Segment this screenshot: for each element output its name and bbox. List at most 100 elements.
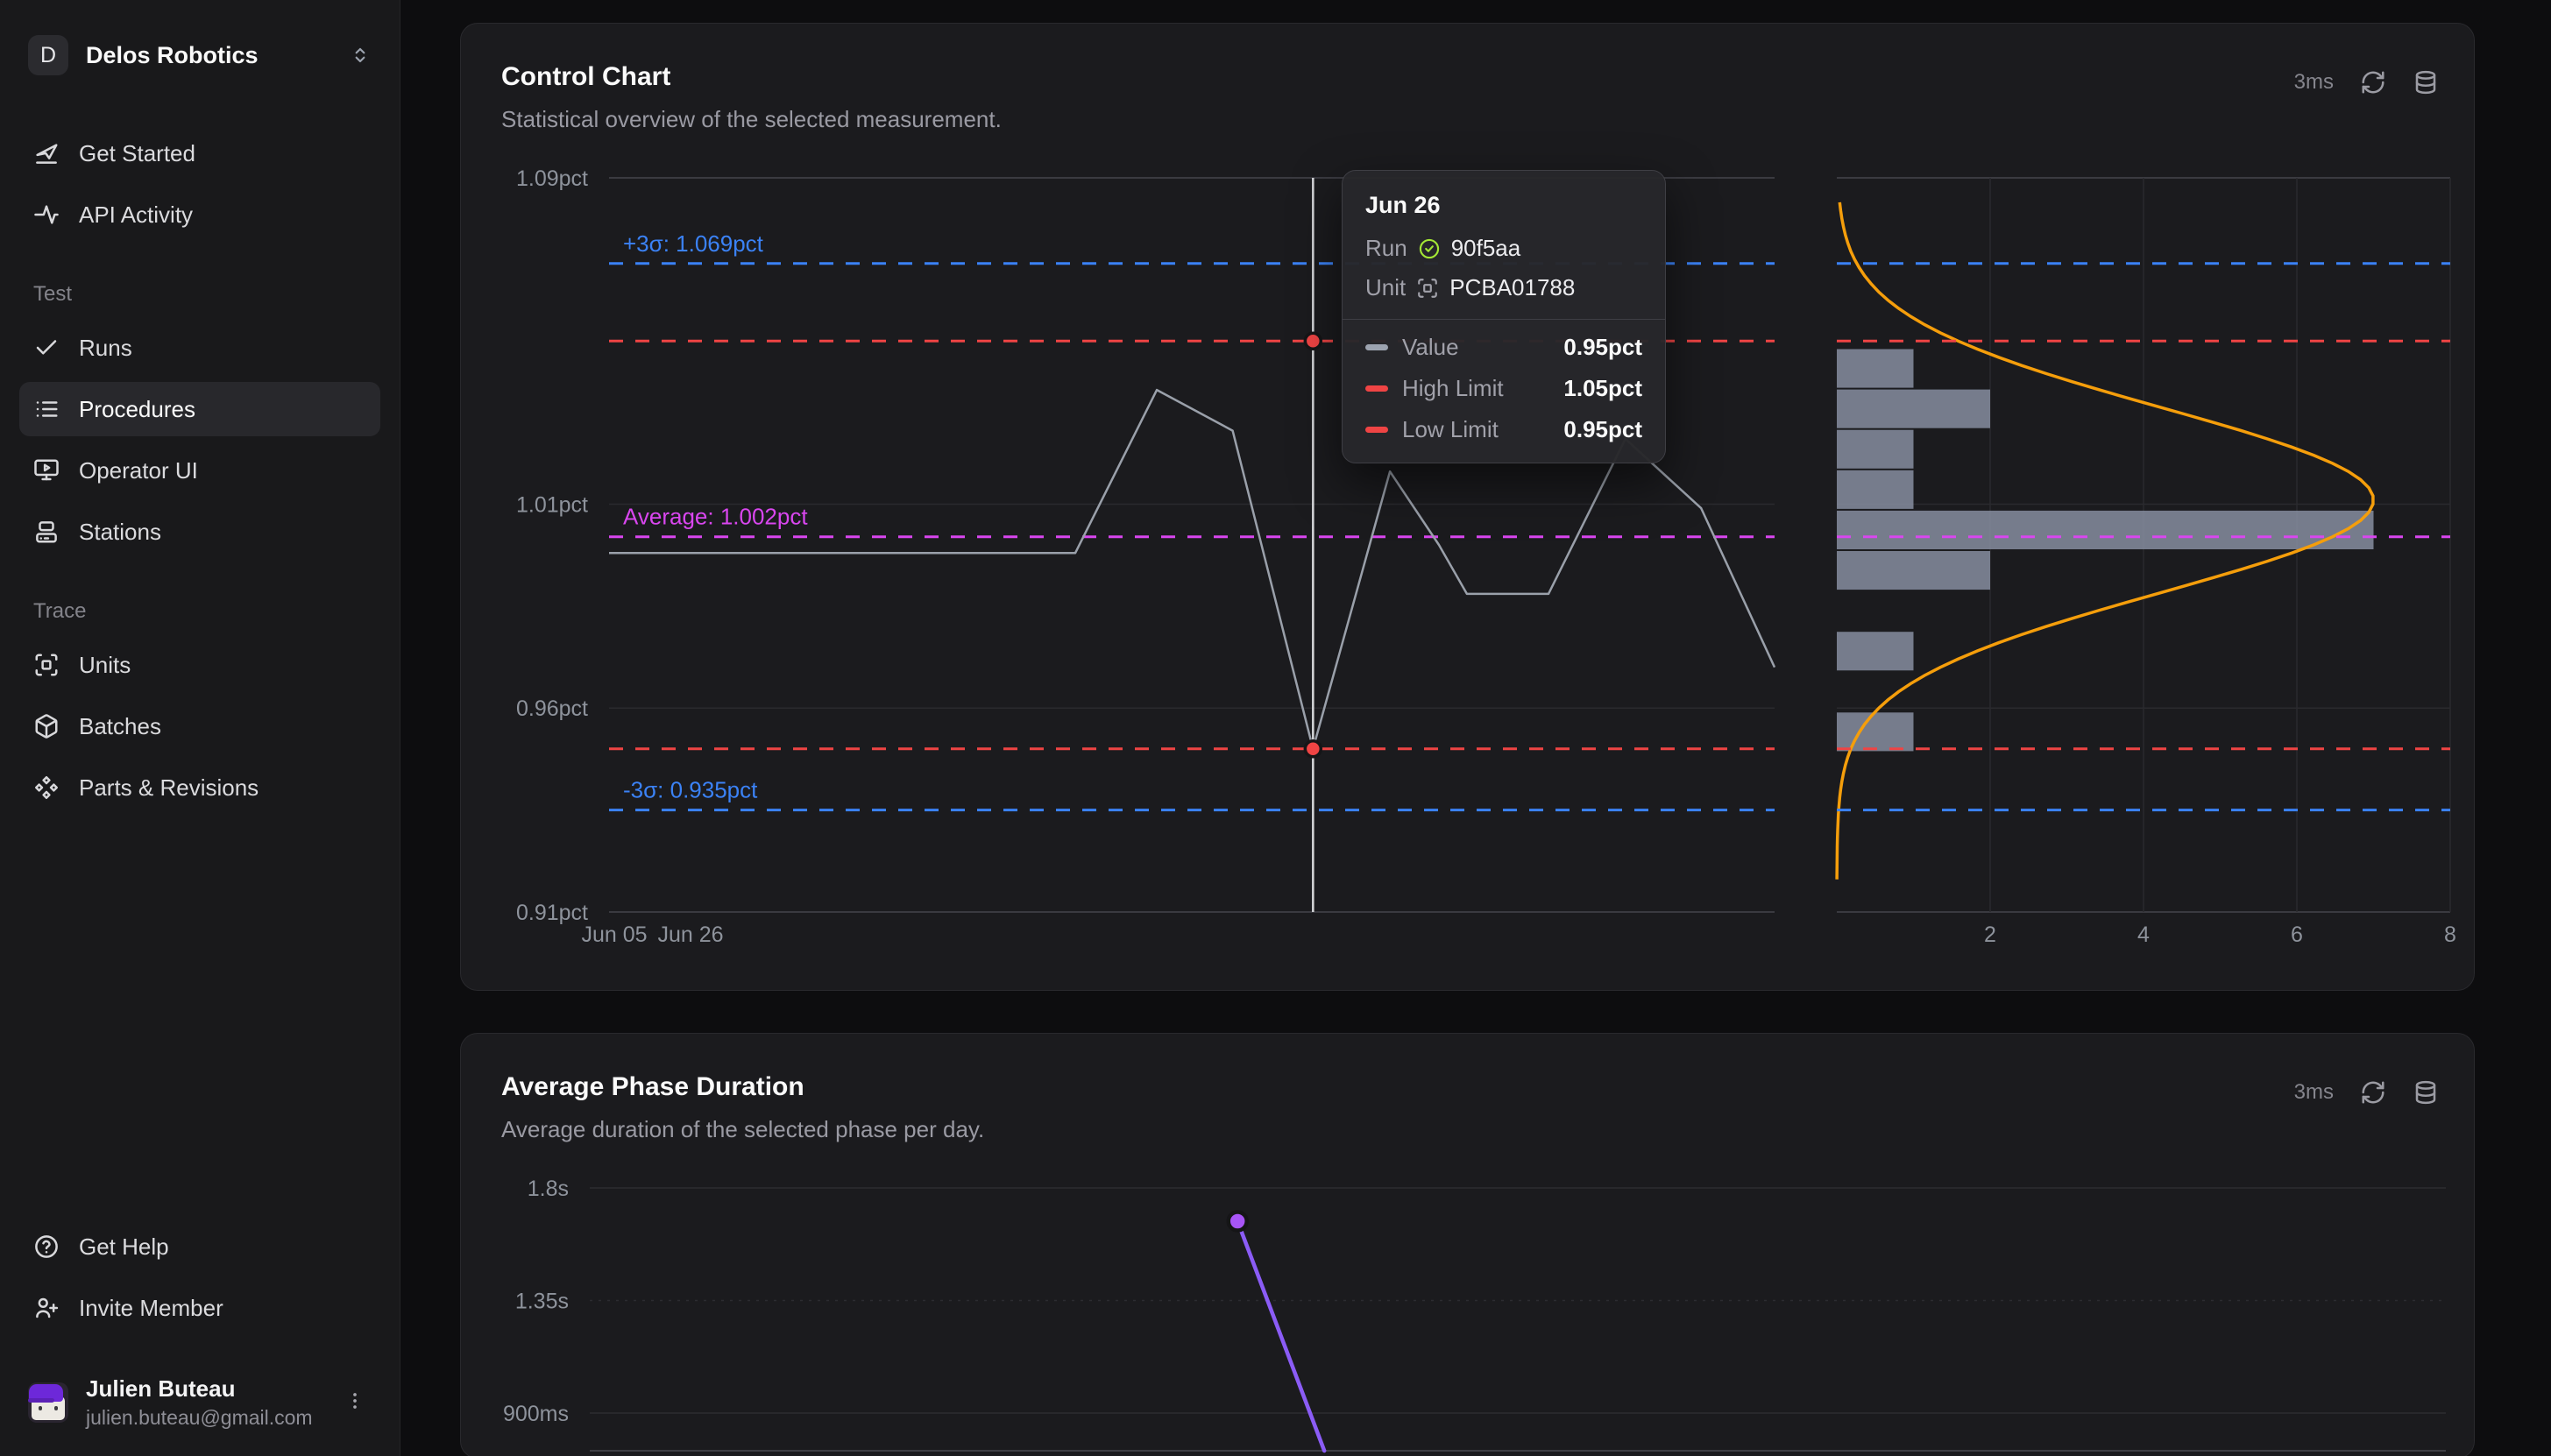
- chart-tooltip: Jun 26 Run 90f5aa Unit PCBA01788 Value 0…: [1342, 170, 1666, 463]
- x-tick-label: Jun 26: [657, 922, 723, 947]
- y-tick-label: 1.8s: [528, 1177, 569, 1201]
- sidebar-item-label: Get Started: [79, 140, 195, 167]
- sidebar-item-label: Parts & Revisions: [79, 774, 259, 802]
- data-point-marker: [1229, 1212, 1247, 1231]
- histogram-bar: [1837, 390, 1990, 428]
- cursor-marker: [1305, 333, 1321, 349]
- list-icon: [33, 396, 60, 422]
- ref-line-label: +3σ: 1.069pct: [623, 230, 764, 257]
- sidebar-item-get-help[interactable]: Get Help: [19, 1219, 380, 1274]
- profile-name: Julien Buteau: [86, 1375, 321, 1403]
- sidebar-item-label: Stations: [79, 519, 161, 546]
- sidebar-item-batches[interactable]: Batches: [19, 699, 380, 753]
- sidebar-item-runs[interactable]: Runs: [19, 321, 380, 375]
- database-icon: [2413, 1079, 2439, 1106]
- workspace-avatar: D: [28, 35, 68, 75]
- section-label-trace: Trace: [33, 599, 380, 624]
- refresh-button[interactable]: [2360, 1079, 2386, 1106]
- tooltip-unit-id: PCBA01788: [1449, 274, 1575, 301]
- circle-check-icon: [1418, 237, 1441, 260]
- phase-duration-card: Average Phase Duration Average duration …: [460, 1033, 2475, 1456]
- sidebar-item-label: Batches: [79, 713, 161, 740]
- tooltip-row-value: Value 0.95pct: [1365, 334, 1642, 361]
- x-tick-label: 6: [2291, 922, 2303, 947]
- monitor-play-icon: [33, 457, 60, 484]
- sidebar-item-label: Units: [79, 652, 131, 679]
- sidebar-item-label: API Activity: [79, 201, 193, 229]
- main-content: Control Chart Statistical overview of th…: [400, 0, 2551, 1456]
- workspace-name: Delos Robotics: [86, 42, 331, 69]
- avatar: [28, 1382, 68, 1423]
- scan-icon: [1416, 277, 1439, 300]
- x-tick-label: 2: [1984, 922, 1996, 947]
- sidebar-bottom: Get Help Invite Member Julien Buteau jul…: [19, 1219, 380, 1430]
- histogram-bar: [1837, 712, 1914, 751]
- sidebar-item-api-activity[interactable]: API Activity: [19, 187, 380, 242]
- histogram-bar: [1837, 511, 2374, 549]
- duration-series-line: [1237, 1221, 1324, 1451]
- card-subtitle: Average duration of the selected phase p…: [501, 1116, 984, 1143]
- y-tick-label: 1.35s: [515, 1290, 569, 1314]
- histogram-bar: [1837, 470, 1914, 509]
- sidebar-nav: Get Started API Activity Test Runs Proce…: [19, 126, 380, 815]
- query-latency: 3ms: [2294, 70, 2334, 95]
- histogram-bar: [1837, 350, 1914, 388]
- component-icon: [33, 774, 60, 801]
- tooltip-run-id: 90f5aa: [1451, 235, 1521, 262]
- database-icon: [2413, 69, 2439, 95]
- sidebar-item-label: Runs: [79, 335, 132, 362]
- y-tick-label: 1.09pct: [516, 166, 588, 191]
- control-chart-plot[interactable]: 1.09pct1.01pct0.96pct0.91pct2468Jun 05Ju…: [461, 24, 2474, 990]
- card-subtitle: Statistical overview of the selected mea…: [501, 106, 1002, 133]
- help-circle-icon: [33, 1233, 60, 1260]
- query-latency: 3ms: [2294, 1080, 2334, 1105]
- dots-vertical-icon: [344, 1389, 366, 1412]
- control-chart-card: Control Chart Statistical overview of th…: [460, 23, 2475, 991]
- y-tick-label: 900ms: [503, 1402, 569, 1426]
- data-source-button[interactable]: [2413, 1079, 2439, 1106]
- x-tick-label: Jun 05: [581, 922, 647, 947]
- tooltip-unit-label: Unit: [1365, 274, 1406, 301]
- section-label-test: Test: [33, 282, 380, 307]
- send-icon: [33, 140, 60, 166]
- sidebar-item-label: Procedures: [79, 396, 195, 423]
- series-swatch: [1365, 344, 1388, 350]
- check-icon: [33, 335, 60, 361]
- user-profile[interactable]: Julien Buteau julien.buteau@gmail.com: [19, 1368, 380, 1430]
- sidebar-item-parts-revisions[interactable]: Parts & Revisions: [19, 760, 380, 815]
- ref-line-label: -3σ: 0.935pct: [623, 777, 758, 803]
- sidebar-item-get-started[interactable]: Get Started: [19, 126, 380, 180]
- sidebar-item-label: Operator UI: [79, 457, 198, 484]
- series-swatch: [1365, 427, 1388, 433]
- sidebar-item-operator-ui[interactable]: Operator UI: [19, 443, 380, 498]
- sidebar-item-label: Get Help: [79, 1233, 169, 1261]
- histogram-bar: [1837, 551, 1990, 590]
- tooltip-run-label: Run: [1365, 235, 1407, 262]
- sidebar-item-procedures[interactable]: Procedures: [19, 382, 380, 436]
- package-icon: [33, 713, 60, 739]
- card-title: Average Phase Duration: [501, 1072, 984, 1102]
- sidebar-item-units[interactable]: Units: [19, 638, 380, 692]
- tooltip-divider: [1343, 319, 1665, 320]
- sidebar-item-label: Invite Member: [79, 1295, 223, 1322]
- x-tick-label: 8: [2444, 922, 2456, 947]
- data-source-button[interactable]: [2413, 69, 2439, 95]
- tooltip-row-high-limit: High Limit 1.05pct: [1365, 375, 1642, 402]
- refresh-icon: [2360, 1079, 2386, 1106]
- user-plus-icon: [33, 1295, 60, 1321]
- scan-icon: [33, 652, 60, 678]
- profile-email: julien.buteau@gmail.com: [86, 1406, 321, 1430]
- profile-menu-button[interactable]: [338, 1384, 372, 1422]
- y-tick-label: 0.91pct: [516, 901, 588, 925]
- workspace-switcher[interactable]: D Delos Robotics: [19, 30, 380, 81]
- tooltip-row-low-limit: Low Limit 0.95pct: [1365, 416, 1642, 443]
- sidebar-item-invite-member[interactable]: Invite Member: [19, 1281, 380, 1335]
- refresh-icon: [2360, 69, 2386, 95]
- chevrons-up-down-icon: [349, 44, 372, 67]
- x-tick-label: 4: [2137, 922, 2150, 947]
- histogram-bar: [1837, 430, 1914, 469]
- sidebar-item-stations[interactable]: Stations: [19, 505, 380, 559]
- tooltip-date: Jun 26: [1365, 192, 1642, 219]
- histogram-bar: [1837, 632, 1914, 670]
- refresh-button[interactable]: [2360, 69, 2386, 95]
